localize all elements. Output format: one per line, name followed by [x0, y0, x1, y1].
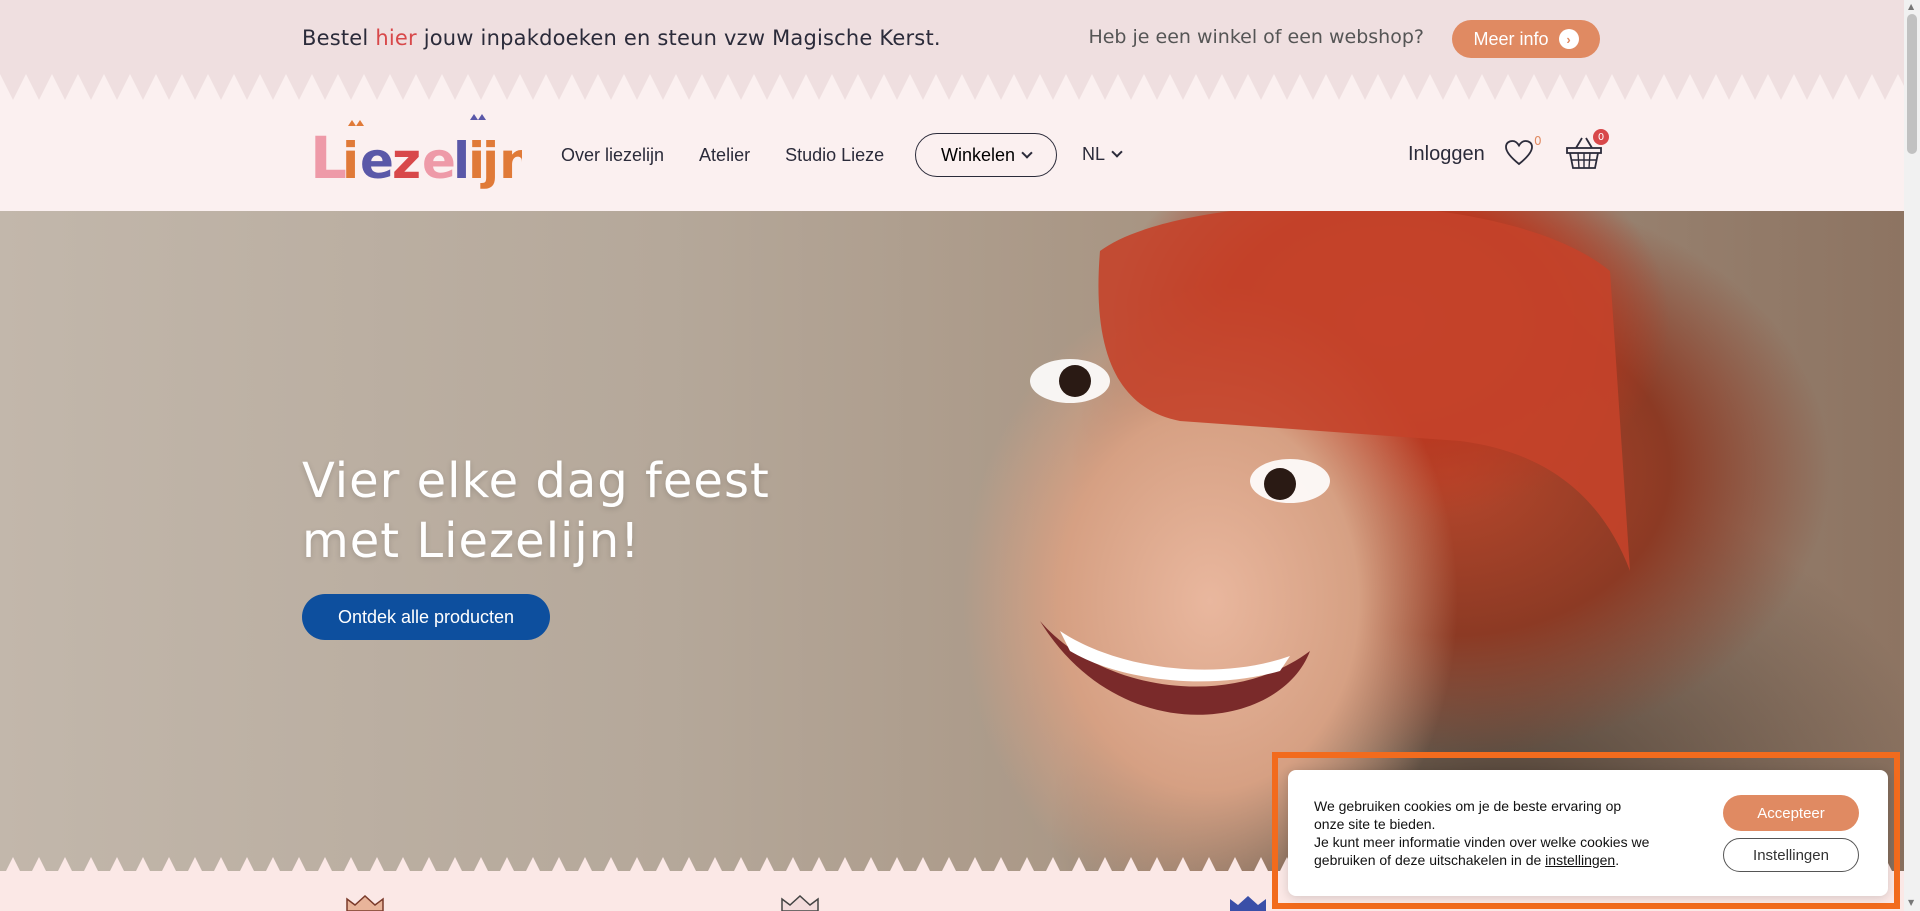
cookie-message: We gebruiken cookies om je de beste erva…: [1314, 797, 1654, 869]
cookie-banner: We gebruiken cookies om je de beste erva…: [1288, 770, 1888, 896]
nav-studio-lieze[interactable]: Studio Lieze: [785, 145, 884, 166]
cart-count-badge: 0: [1593, 129, 1609, 145]
shop-question: Heb je een winkel of een webshop?: [1088, 26, 1424, 48]
svg-text:e: e: [422, 132, 456, 190]
main-nav: Over liezelijn Atelier Studio Lieze: [561, 100, 919, 211]
winkelen-dropdown[interactable]: Winkelen: [915, 133, 1057, 177]
accept-cookies-button[interactable]: Accepteer: [1723, 795, 1859, 831]
meer-info-button[interactable]: Meer info ›: [1452, 20, 1600, 58]
cookie-line2-end: .: [1615, 852, 1620, 868]
wishlist-count: 0: [1534, 134, 1542, 148]
promo-text-end: jouw inpakdoeken en steun vzw Magische K…: [416, 26, 941, 50]
cookie-settings-link[interactable]: instellingen: [1545, 852, 1615, 868]
site-header: L i e z e l i jn Over liezelijn Atelier …: [0, 100, 1904, 211]
language-label: NL: [1082, 144, 1106, 164]
promo-bar: Bestel hier jouw inpakdoeken en steun vz…: [0, 0, 1904, 100]
nav-atelier[interactable]: Atelier: [699, 145, 750, 166]
language-selector[interactable]: NL: [1082, 144, 1123, 165]
promo-hier-link[interactable]: hier: [375, 26, 417, 50]
arrow-right-icon: ›: [1558, 29, 1579, 49]
crown-icon: [1230, 896, 1266, 911]
scroll-down-icon[interactable]: ▼: [1908, 898, 1914, 907]
chevron-down-icon: [1021, 146, 1033, 159]
cookie-settings-button[interactable]: Instellingen: [1723, 838, 1859, 872]
svg-text:jn: jn: [480, 132, 522, 190]
crown-icon: [781, 895, 819, 911]
heart-icon[interactable]: [1505, 140, 1533, 166]
hero-title-line1: Vier elke dag feest: [302, 453, 770, 509]
hero-title: Vier elke dag feest met Liezelijn!: [302, 451, 770, 571]
scroll-up-icon[interactable]: ▲: [1908, 2, 1914, 11]
promo-text: Bestel hier jouw inpakdoeken en steun vz…: [302, 26, 941, 50]
hero-title-line2: met Liezelijn!: [302, 513, 641, 569]
crown-icon: [346, 895, 384, 911]
chevron-down-icon: [1111, 146, 1123, 158]
login-link[interactable]: Inloggen: [1408, 143, 1485, 166]
winkelen-label: Winkelen: [940, 144, 1016, 165]
svg-text:z: z: [392, 132, 421, 190]
nav-over-liezelijn[interactable]: Over liezelijn: [561, 145, 664, 166]
cookie-line1: We gebruiken cookies om je de beste erva…: [1314, 798, 1622, 832]
svg-text:e: e: [360, 132, 394, 190]
zigzag-divider: [0, 74, 1904, 100]
scrollbar-thumb[interactable]: [1907, 14, 1917, 154]
svg-text:i: i: [342, 132, 359, 190]
liezelijn-logo[interactable]: L i e z e l i jn: [310, 112, 522, 196]
promo-text-start: Bestel: [302, 26, 376, 50]
discover-products-button[interactable]: Ontdek alle producten: [302, 594, 550, 640]
meer-info-label: Meer info: [1473, 28, 1549, 49]
